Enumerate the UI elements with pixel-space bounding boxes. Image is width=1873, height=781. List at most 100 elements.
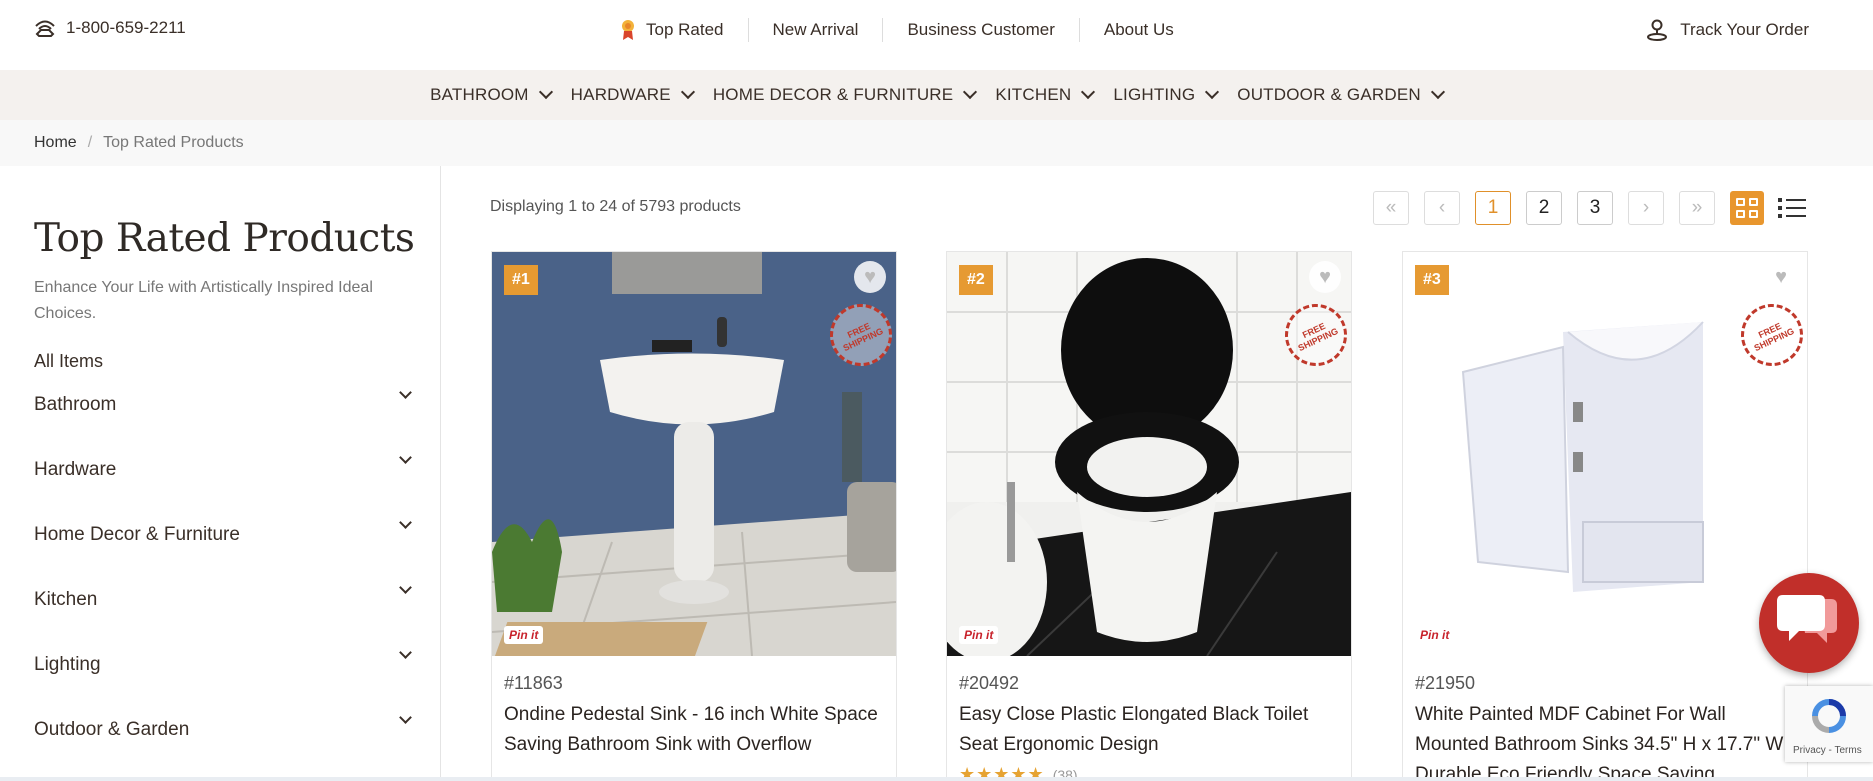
product-card[interactable]: #1 ♥ FREE SHIPPING Pin it #11863 Ondine …: [491, 251, 897, 781]
category-label: LIGHTING: [1113, 85, 1196, 104]
chevron-down-icon[interactable]: [399, 451, 412, 464]
sidebar-item-kitchen[interactable]: Kitchen: [34, 567, 412, 632]
sidebar-item-label: Home Decor & Furniture: [34, 523, 240, 545]
recaptcha-label[interactable]: Privacy - Terms: [1793, 745, 1862, 756]
chevron-down-icon[interactable]: [399, 516, 412, 529]
category-home-decor[interactable]: HOME DECOR & FURNITURE: [712, 84, 978, 105]
pinterest-pin-button[interactable]: Pin it: [504, 626, 544, 644]
track-order-link[interactable]: Track Your Order: [1646, 18, 1809, 42]
phone-link[interactable]: 1-800-659-2211: [34, 18, 186, 38]
product-title[interactable]: Easy Close Plastic Elongated Black Toile…: [959, 700, 1344, 760]
cabinet-image: [1403, 252, 1807, 656]
double-chevron-right-icon: »: [1691, 197, 1703, 218]
phone-number: 1-800-659-2211: [66, 18, 186, 37]
product-sku: #20492: [959, 673, 1020, 693]
page-title: Top Rated Products: [34, 216, 415, 261]
sidebar-item-label: Kitchen: [34, 588, 98, 610]
chevron-down-icon: [1205, 84, 1220, 100]
sidebar-item-hardware[interactable]: Hardware: [34, 437, 412, 502]
list-icon-dot: [1778, 206, 1782, 210]
sidebar: Top Rated Products Enhance Your Life wit…: [0, 166, 441, 781]
top-nav-about-us[interactable]: About Us: [1080, 18, 1198, 42]
chevron-down-icon: [1081, 84, 1096, 100]
wishlist-heart-icon[interactable]: ♥: [1765, 261, 1797, 293]
chevron-right-icon: ›: [1642, 197, 1650, 218]
chevron-down-icon[interactable]: [399, 581, 412, 594]
pedestal-sink-image: [492, 252, 896, 656]
grid-icon: [1736, 198, 1745, 206]
top-nav-business-customer[interactable]: Business Customer: [883, 18, 1080, 42]
category-outdoor-garden[interactable]: OUTDOOR & GARDEN: [1237, 84, 1445, 105]
sidebar-item-label: Hardware: [34, 458, 117, 480]
product-card[interactable]: #3 ♥ FREE SHIPPING Pin it #21950 White P…: [1402, 251, 1808, 781]
page-button-2[interactable]: 2: [1526, 191, 1562, 225]
chat-bubble-icon: [1777, 595, 1837, 643]
chevron-down-icon: [680, 84, 695, 100]
sidebar-item-label: Outdoor & Garden: [34, 718, 190, 740]
rank-badge: #1: [504, 265, 538, 295]
sidebar-item-label: Bathroom: [34, 393, 117, 415]
chevron-down-icon[interactable]: [399, 711, 412, 724]
product-title[interactable]: Ondine Pedestal Sink - 16 inch White Spa…: [504, 700, 889, 760]
category-bathroom[interactable]: BATHROOM: [430, 84, 553, 105]
category-label: HARDWARE: [570, 85, 671, 104]
wishlist-heart-icon[interactable]: ♥: [1309, 261, 1341, 293]
top-nav-top-rated[interactable]: Top Rated: [620, 18, 749, 42]
chevron-down-icon: [538, 84, 553, 100]
page-button-3[interactable]: 3: [1577, 191, 1613, 225]
grid-view-button[interactable]: [1730, 191, 1764, 225]
category-label: HOME DECOR & FURNITURE: [712, 85, 954, 104]
sidebar-item-home-decor[interactable]: Home Decor & Furniture: [34, 502, 412, 567]
chevron-down-icon[interactable]: [399, 646, 412, 659]
product-card[interactable]: #2 ♥ FREE SHIPPING Pin it #20492 Easy Cl…: [946, 251, 1352, 781]
product-title[interactable]: White Painted MDF Cabinet For Wall Mount…: [1415, 700, 1800, 780]
grid-icon-cell: [1749, 210, 1758, 218]
product-sku: #11863: [504, 673, 563, 693]
category-lighting[interactable]: LIGHTING: [1113, 84, 1220, 105]
recaptcha-badge[interactable]: Privacy - Terms: [1785, 686, 1873, 762]
category-label: KITCHEN: [995, 85, 1072, 104]
last-page-button[interactable]: »: [1679, 191, 1715, 225]
result-count: Displaying 1 to 24 of 5793 products: [490, 198, 741, 215]
top-bar: 1-800-659-2211 Top Rated New Arrival Bus…: [0, 0, 1873, 58]
sidebar-all-items[interactable]: All Items: [34, 351, 440, 372]
pinterest-pin-button[interactable]: Pin it: [1415, 626, 1455, 644]
top-nav-label: About Us: [1103, 20, 1174, 39]
prev-page-button[interactable]: ‹: [1424, 191, 1460, 225]
wishlist-heart-icon[interactable]: ♥: [854, 261, 886, 293]
next-page-button[interactable]: ›: [1628, 191, 1664, 225]
sidebar-item-outdoor-garden[interactable]: Outdoor & Garden: [34, 697, 412, 762]
toilet-seat-image: [947, 252, 1351, 656]
location-pin-icon: [1647, 19, 1668, 41]
category-kitchen[interactable]: KITCHEN: [995, 84, 1096, 105]
grid-icon-cell: [1749, 198, 1758, 206]
product-listing: Displaying 1 to 24 of 5793 products « ‹ …: [490, 166, 1873, 781]
page-button-1[interactable]: 1: [1475, 191, 1511, 225]
top-nav-new-arrival[interactable]: New Arrival: [749, 18, 884, 42]
chevron-down-icon[interactable]: [399, 386, 412, 399]
category-hardware[interactable]: HARDWARE: [570, 84, 695, 105]
product-sku: #21950: [1415, 673, 1476, 693]
category-nav: BATHROOM HARDWARE HOME DECOR & FURNITURE…: [0, 70, 1873, 120]
pinterest-pin-button[interactable]: Pin it: [959, 626, 999, 644]
sidebar-item-label: Lighting: [34, 653, 101, 675]
list-icon-line: [1786, 207, 1806, 209]
breadcrumb-home[interactable]: Home: [34, 134, 77, 152]
first-page-button[interactable]: «: [1373, 191, 1409, 225]
product-image[interactable]: #3 ♥ FREE SHIPPING Pin it: [1403, 252, 1807, 656]
recaptcha-icon: [1812, 699, 1846, 733]
breadcrumb-separator: /: [87, 134, 93, 151]
top-nav-label: New Arrival: [772, 20, 859, 39]
sidebar-item-bathroom[interactable]: Bathroom: [34, 372, 412, 437]
top-nav-label: Top Rated: [646, 20, 724, 39]
product-image[interactable]: #1 ♥ FREE SHIPPING Pin it: [492, 252, 896, 656]
list-view-button[interactable]: [1778, 195, 1806, 221]
live-chat-button[interactable]: [1759, 573, 1859, 673]
category-label: OUTDOOR & GARDEN: [1237, 85, 1421, 104]
product-image[interactable]: #2 ♥ FREE SHIPPING Pin it: [947, 252, 1351, 656]
sidebar-item-lighting[interactable]: Lighting: [34, 632, 412, 697]
track-order-label: Track Your Order: [1680, 20, 1809, 39]
page-tagline: Enhance Your Life with Artistically Insp…: [34, 279, 373, 322]
chevron-left-icon: ‹: [1438, 197, 1446, 218]
bottom-edge: [0, 777, 1873, 781]
